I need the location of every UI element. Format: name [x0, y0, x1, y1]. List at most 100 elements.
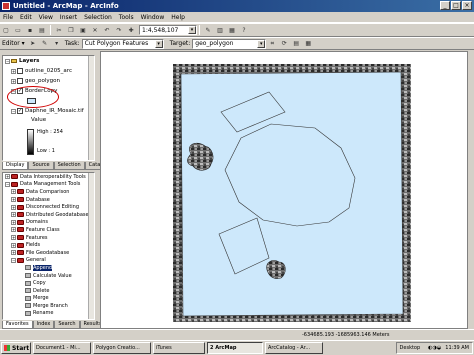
paste-icon[interactable]: ▣	[78, 25, 88, 35]
new-icon[interactable]: ▢	[1, 25, 11, 35]
sketch-properties-icon[interactable]: ▦	[303, 39, 313, 49]
menu-help[interactable]: Help	[171, 14, 185, 21]
toolset-item[interactable]: + File Geodatabase	[3, 249, 94, 257]
toc-layer[interactable]: − ✓ Daphne_IR_Mosaic.tif	[3, 106, 94, 116]
expand-icon[interactable]: +	[11, 227, 16, 233]
scale-dropdown[interactable]: 1:4,548,107 ▾	[139, 25, 197, 35]
tool-item[interactable]: Calculate Value	[3, 272, 94, 280]
tab-search[interactable]: Search	[54, 321, 80, 329]
expand-icon[interactable]: +	[11, 212, 16, 218]
rotate-tool-icon[interactable]: ⟳	[279, 39, 289, 49]
edit-tool-icon[interactable]: ➤	[28, 39, 38, 49]
task-dropdown[interactable]: Cut Polygon Features ▾	[81, 38, 164, 49]
tool-item-selected[interactable]: Append	[3, 264, 94, 272]
chevron-down-icon[interactable]: ▾	[188, 26, 196, 34]
expand-icon[interactable]: +	[5, 174, 10, 180]
expand-icon[interactable]: +	[11, 235, 16, 241]
taskbar-item-active[interactable]: 2 ArcMap	[207, 342, 263, 354]
menu-edit[interactable]: Edit	[20, 14, 32, 21]
copy-icon[interactable]: ❐	[66, 25, 76, 35]
toc-root[interactable]: − Layers	[3, 56, 94, 66]
print-icon[interactable]: ▤	[37, 25, 47, 35]
minimize-button[interactable]: _	[440, 1, 450, 10]
save-icon[interactable]: ▪	[25, 25, 35, 35]
delete-icon[interactable]: ✕	[90, 25, 100, 35]
collapse-icon[interactable]: −	[11, 257, 16, 263]
cut-icon[interactable]: ✂	[54, 25, 64, 35]
toolset-item[interactable]: + Database	[3, 196, 94, 204]
tool-item[interactable]: Rename	[3, 310, 94, 318]
map-canvas[interactable]	[101, 52, 467, 328]
collapse-icon[interactable]: −	[5, 181, 10, 187]
border-copy-polygon[interactable]	[180, 71, 404, 317]
split-tool-icon[interactable]: ⌗	[267, 39, 277, 49]
toolset-item[interactable]: + Features	[3, 234, 94, 242]
whats-this-icon[interactable]: ?	[239, 25, 249, 35]
layer-visibility-checkbox[interactable]: ✓	[17, 108, 23, 114]
start-button[interactable]: Start	[1, 342, 31, 354]
chevron-down-icon[interactable]: ▾	[257, 39, 266, 48]
map-display[interactable]	[100, 51, 468, 329]
undo-icon[interactable]: ↶	[102, 25, 112, 35]
toolbox-scrollbar[interactable]	[88, 173, 94, 319]
toc-scrollbar[interactable]	[88, 56, 94, 160]
editor-menu[interactable]: Editor ▾	[2, 40, 25, 47]
toolbox-item[interactable]: + Data Interoperability Tools	[3, 173, 94, 181]
toolset-item[interactable]: + Fields	[3, 241, 94, 249]
editor-toolbar-icon[interactable]: ✎	[203, 25, 213, 35]
desktop-toolbar-label[interactable]: Desktop	[400, 345, 421, 351]
tab-index[interactable]: Index	[32, 321, 55, 329]
redo-icon[interactable]: ↷	[114, 25, 124, 35]
command-line-icon[interactable]: ▦	[227, 25, 237, 35]
arctoolbox-icon[interactable]: ▥	[215, 25, 225, 35]
tool-item[interactable]: Merge	[3, 295, 94, 303]
layer-visibility-checkbox[interactable]	[17, 78, 23, 84]
clock[interactable]: 11:39 AM	[445, 345, 469, 351]
open-icon[interactable]: ▭	[13, 25, 23, 35]
toolset-item[interactable]: − General	[3, 257, 94, 265]
expand-icon[interactable]: +	[11, 68, 16, 74]
taskbar-item[interactable]: Polygon Creatio...	[93, 342, 151, 354]
toolset-item[interactable]: + Distributed Geodatabase	[3, 211, 94, 219]
expand-icon[interactable]: +	[11, 197, 16, 203]
close-button[interactable]: ×	[462, 1, 472, 10]
taskbar-item[interactable]: iTunes	[153, 342, 205, 354]
layer-visibility-checkbox[interactable]	[17, 68, 23, 74]
toc-layer[interactable]: + geo_polygon	[3, 76, 94, 86]
menu-insert[interactable]: Insert	[60, 14, 77, 21]
taskbar-item[interactable]: Document1 - Mi...	[33, 342, 91, 354]
expand-icon[interactable]: +	[11, 204, 16, 210]
tool-item[interactable]: Copy	[3, 279, 94, 287]
taskbar-item[interactable]: ArcCatalog - Ar...	[265, 342, 323, 354]
target-dropdown[interactable]: geo_polygon ▾	[192, 38, 267, 49]
chevron-down-icon[interactable]: ▾	[154, 39, 163, 48]
menu-view[interactable]: View	[39, 14, 53, 21]
expand-icon[interactable]: +	[11, 78, 16, 84]
collapse-icon[interactable]: −	[5, 58, 10, 64]
maximize-button[interactable]: □	[451, 1, 461, 10]
tab-favorites[interactable]: Favorites	[2, 321, 33, 329]
expand-icon[interactable]: +	[11, 250, 16, 256]
expand-icon[interactable]: +	[11, 242, 16, 248]
menu-window[interactable]: Window	[141, 14, 165, 21]
toc-layer[interactable]: + outline_0205_arc	[3, 66, 94, 76]
menu-file[interactable]: File	[3, 14, 13, 21]
menu-tools[interactable]: Tools	[119, 14, 134, 21]
sketch-dropdown-icon[interactable]: ▾	[52, 39, 62, 49]
expand-icon[interactable]: +	[11, 219, 16, 225]
attributes-icon[interactable]: ▤	[291, 39, 301, 49]
tray-icons[interactable]: ◐◑◒	[428, 345, 441, 351]
tab-source[interactable]: Source	[28, 162, 54, 170]
expand-icon[interactable]: +	[11, 189, 16, 195]
tool-item[interactable]: Merge Branch	[3, 302, 94, 310]
tool-item[interactable]: Delete	[3, 287, 94, 295]
toolset-item[interactable]: + Feature Class	[3, 226, 94, 234]
add-data-icon[interactable]: ✚	[126, 25, 136, 35]
collapse-icon[interactable]: −	[11, 108, 16, 114]
tab-selection[interactable]: Selection	[53, 162, 85, 170]
menu-selection[interactable]: Selection	[84, 14, 112, 21]
toolbox-item[interactable]: − Data Management Tools	[3, 181, 94, 189]
toolset-item[interactable]: + Disconnected Editing	[3, 203, 94, 211]
sketch-tool-icon[interactable]: ✎	[40, 39, 50, 49]
toolset-item[interactable]: + Data Comparison	[3, 188, 94, 196]
